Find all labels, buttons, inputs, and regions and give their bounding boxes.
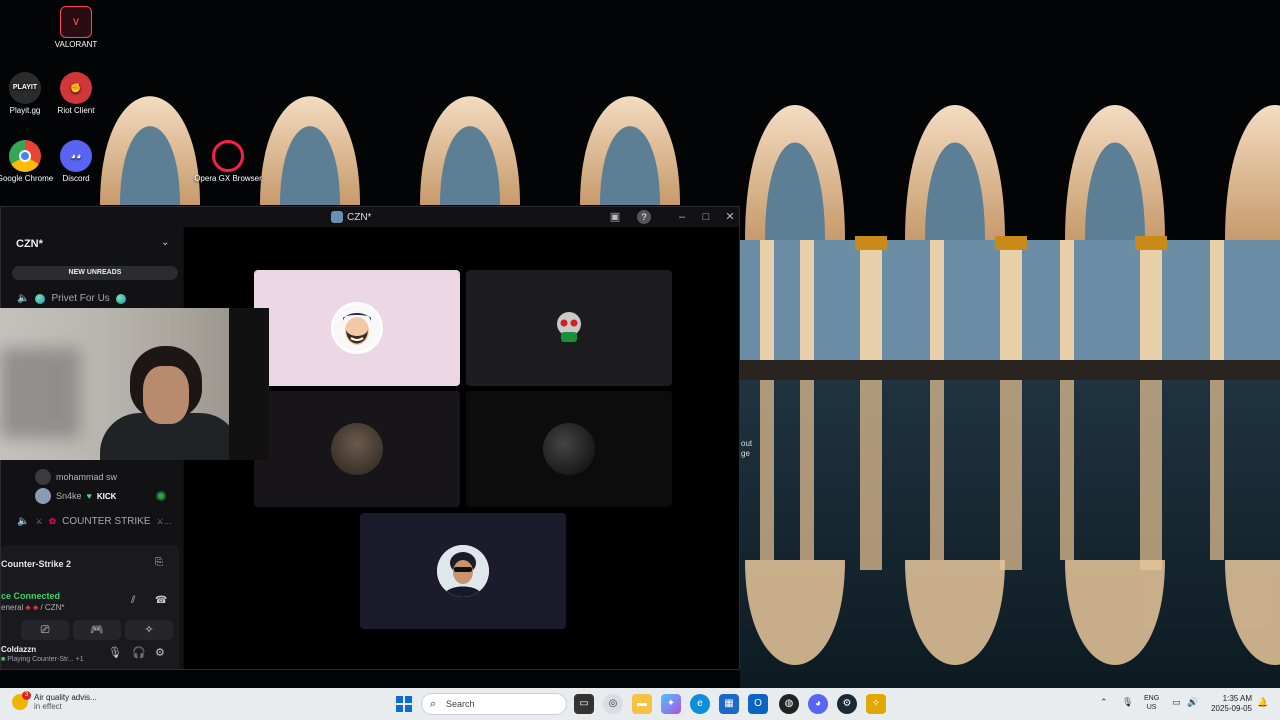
- taskbar: 3 Air quality advis... in effect ⌕ Searc…: [0, 688, 1280, 720]
- webcam-overlay[interactable]: [0, 308, 269, 460]
- minimize-button[interactable]: –: [675, 210, 689, 224]
- server-icon: [331, 211, 343, 223]
- activities-button[interactable]: 🎮: [73, 620, 121, 640]
- user-status: ■ Playing Counter-Str... +1: [1, 656, 84, 663]
- avatar: [35, 488, 51, 504]
- file-explorer-icon[interactable]: ▬: [632, 694, 652, 714]
- chrome-icon: [9, 140, 41, 172]
- voice-member[interactable]: mohammad sw: [35, 469, 117, 485]
- voice-connected-status[interactable]: ce Connected: [1, 591, 60, 601]
- close-button[interactable]: ✕: [723, 210, 737, 224]
- speaker-icon: 🔈: [17, 516, 30, 527]
- notification-icon[interactable]: 🔔: [1257, 697, 1268, 708]
- notification-badge: 3: [22, 691, 31, 700]
- voice-location: eneral ♣ ♣ / CZN*: [1, 603, 65, 612]
- avatar-photo-icon: [437, 545, 489, 597]
- avatar: [35, 469, 51, 485]
- task-view-icon[interactable]: ▭: [574, 694, 594, 714]
- search-icon: ⌕: [430, 698, 437, 710]
- volume-icon[interactable]: 🔊: [1187, 697, 1198, 708]
- mic-icon[interactable]: 🎙: [1122, 697, 1133, 708]
- desktop-icon-valorant[interactable]: V VALORANT: [41, 6, 111, 50]
- globe-icon: [35, 293, 46, 304]
- clock[interactable]: 1:35 AM 2025-09-05: [1208, 694, 1252, 714]
- partial-desktop-text: out ge: [741, 439, 753, 458]
- playit-icon: PLAYIT: [9, 72, 41, 104]
- participant-tile[interactable]: [466, 270, 672, 386]
- headphones-icon[interactable]: 🎧: [132, 646, 146, 659]
- maximize-button[interactable]: □: [699, 210, 713, 224]
- search-input[interactable]: ⌕ Search: [421, 693, 567, 715]
- copilot-icon[interactable]: ◎: [603, 694, 623, 714]
- opera-gx-icon[interactable]: ◍: [779, 694, 799, 714]
- participant-tile[interactable]: [360, 513, 566, 629]
- help-icon[interactable]: ?: [637, 210, 651, 224]
- voice-channel-counter-strike[interactable]: 🔈 ⚔ ✿ COUNTER STRIKE ⚔…: [17, 516, 172, 527]
- network-icon[interactable]: ▭: [1172, 697, 1181, 708]
- language-indicator[interactable]: ENG US: [1144, 694, 1159, 712]
- avatar-face-icon: [334, 305, 380, 351]
- chevron-down-icon[interactable]: ⌄: [161, 237, 169, 248]
- voice-channel-privet[interactable]: 🔈 Privet For Us: [17, 293, 126, 304]
- avatar: [437, 545, 489, 597]
- user-name[interactable]: Coldazzn: [1, 645, 36, 654]
- window-title: CZN*: [331, 211, 371, 223]
- chevron-up-icon[interactable]: ⌃: [1100, 697, 1108, 708]
- avatar: [554, 310, 584, 346]
- opera-gx-icon: [212, 140, 244, 172]
- member-badge: KICK: [96, 491, 117, 501]
- copilot-app-icon[interactable]: ✦: [661, 694, 681, 714]
- disconnect-icon[interactable]: ☎: [155, 595, 167, 606]
- desktop-icon-opera-gx[interactable]: Opera GX Browser: [193, 140, 263, 184]
- avatar: [543, 423, 595, 475]
- live-indicator-icon: [156, 491, 166, 501]
- desktop-icon-discord[interactable]: ◕◕ Discord: [41, 140, 111, 184]
- riot-client-icon: ✊: [60, 72, 92, 104]
- valorant-icon: V: [60, 6, 92, 38]
- outlook-icon[interactable]: O: [748, 694, 768, 714]
- participant-tile[interactable]: [254, 391, 460, 507]
- server-name[interactable]: CZN*: [16, 238, 43, 250]
- avatar: [331, 302, 383, 354]
- rifle-icon: ⚔: [35, 517, 43, 526]
- mic-icon[interactable]: 🎙: [108, 646, 122, 659]
- weather-widget[interactable]: 3 Air quality advis... in effect: [12, 691, 97, 711]
- new-unreads-button[interactable]: NEW UNREADS: [12, 266, 178, 280]
- start-button[interactable]: [396, 696, 412, 712]
- skull-icon: [557, 312, 581, 342]
- discord-icon[interactable]: ◕: [808, 694, 828, 714]
- avatar: [331, 423, 383, 475]
- weather-icon: 3: [12, 691, 31, 710]
- voice-member[interactable]: Sn4ke ♥ KICK: [35, 488, 116, 504]
- noise-suppression-icon[interactable]: ⫽: [131, 595, 135, 606]
- window-titlebar[interactable]: CZN* ▣ ? – □ ✕: [1, 207, 739, 227]
- counter-strike-icon[interactable]: ✧: [866, 694, 886, 714]
- share-screen-button[interactable]: ⎚: [21, 620, 69, 640]
- heart-icon: ♥: [86, 491, 92, 501]
- activity-name: Counter-Strike 2: [1, 559, 72, 569]
- edge-icon[interactable]: e: [690, 694, 710, 714]
- steam-icon[interactable]: ⚙: [837, 694, 857, 714]
- inbox-icon[interactable]: ▣: [608, 210, 622, 224]
- gamepad-icon: ■: [1, 656, 6, 663]
- rifle-icon: ⚔…: [156, 517, 172, 526]
- screen-share-icon[interactable]: ⎘: [155, 557, 163, 568]
- gear-icon[interactable]: ⚙: [155, 646, 165, 659]
- flower-icon: ✿: [48, 516, 57, 526]
- speaker-icon: 🔈: [17, 293, 30, 304]
- discord-icon: ◕◕: [60, 140, 92, 172]
- globe-icon: [115, 293, 126, 304]
- soundboard-button[interactable]: ✧: [125, 620, 173, 640]
- suit-icon: ♣ ♣: [25, 603, 39, 612]
- desktop-icon-riot-client[interactable]: ✊ Riot Client: [41, 72, 111, 116]
- participant-tile[interactable]: [254, 270, 460, 386]
- store-icon[interactable]: ▦: [719, 694, 739, 714]
- participant-tile[interactable]: [466, 391, 672, 507]
